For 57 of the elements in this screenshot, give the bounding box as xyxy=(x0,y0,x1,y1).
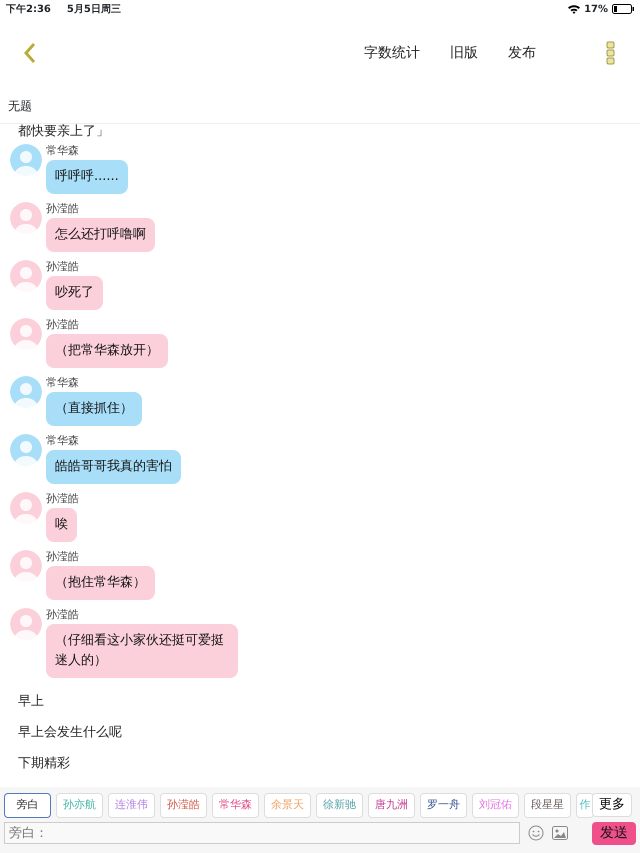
battery-level: 17% xyxy=(584,2,608,16)
avatar xyxy=(10,550,42,582)
avatar xyxy=(10,376,42,408)
speaker-name: 孙滢皓 xyxy=(46,260,80,274)
message-bubble: （直接抓住） xyxy=(46,392,142,426)
avatar xyxy=(10,434,42,466)
speaker-name: 常华森 xyxy=(46,434,80,448)
narration-text: 下期精彩 xyxy=(17,755,71,773)
header-action[interactable]: 发布 xyxy=(508,42,536,64)
avatar xyxy=(10,144,42,176)
document-title: 无题 xyxy=(0,88,640,124)
character-chip[interactable]: 段星星 xyxy=(524,793,571,818)
image-icon[interactable] xyxy=(552,826,568,840)
character-chip[interactable]: 徐新驰 xyxy=(316,793,363,818)
status-date: 5月5日周三 xyxy=(66,2,121,16)
speaker-name: 孙滢皓 xyxy=(46,492,79,506)
message-input[interactable]: 旁白： xyxy=(4,822,520,844)
avatar xyxy=(10,318,42,350)
message-bubble: 怎么还打呼噜啊 xyxy=(46,218,155,252)
speaker-name: 孙滢皓 xyxy=(46,318,80,332)
message-bubble: （仔细看这小家伙还挺可爱挺迷人的） xyxy=(46,624,238,678)
message-bubble: （把常华森放开） xyxy=(46,334,168,368)
send-button[interactable]: 发送 xyxy=(592,822,636,844)
battery-icon xyxy=(612,4,634,14)
speaker-name: 孙滢皓 xyxy=(46,550,80,564)
status-time: 下午2:36 xyxy=(6,2,51,16)
speaker-name: 孙滢皓 xyxy=(46,608,80,622)
speaker-name: 孙滢皓 xyxy=(46,202,80,216)
character-chip[interactable]: 常华森 xyxy=(212,793,259,818)
more-button[interactable]: 更多 xyxy=(592,793,632,816)
avatar xyxy=(10,492,42,524)
avatar xyxy=(10,608,42,640)
header-action[interactable]: 旧版 xyxy=(450,42,478,64)
narration-text: 早上 xyxy=(17,693,45,711)
speaker-name: 常华森 xyxy=(46,376,80,390)
wifi-icon xyxy=(568,4,580,14)
back-icon[interactable] xyxy=(24,43,36,63)
message-bubble: 呼呼呼...... xyxy=(46,160,128,194)
narration-text: 都快要亲上了」 xyxy=(17,124,110,140)
header-action[interactable]: 字数统计 xyxy=(364,42,420,64)
character-chip[interactable]: 连淮伟 xyxy=(108,793,155,818)
speaker-name: 常华森 xyxy=(46,144,80,158)
character-chip[interactable]: 孙滢皓 xyxy=(160,793,207,818)
message-bubble: 皓皓哥哥我真的害怕 xyxy=(46,450,181,484)
more-icon[interactable] xyxy=(606,41,616,65)
narration-text: 早上会发生什么呢 xyxy=(17,724,123,742)
emoji-icon[interactable] xyxy=(528,825,544,841)
avatar xyxy=(10,202,42,234)
character-chip[interactable]: 孙亦航 xyxy=(56,793,103,818)
character-chip[interactable]: 刘冠佑 xyxy=(472,793,519,818)
avatar xyxy=(10,260,42,292)
message-bubble: （抱住常华森） xyxy=(46,566,155,600)
character-chip[interactable]: 罗一舟 xyxy=(420,793,467,818)
message-bubble: 唉 xyxy=(46,508,77,542)
character-chip[interactable]: 旁白 xyxy=(4,793,51,818)
character-chip[interactable]: 唐九洲 xyxy=(368,793,415,818)
message-bubble: 吵死了 xyxy=(46,276,103,310)
